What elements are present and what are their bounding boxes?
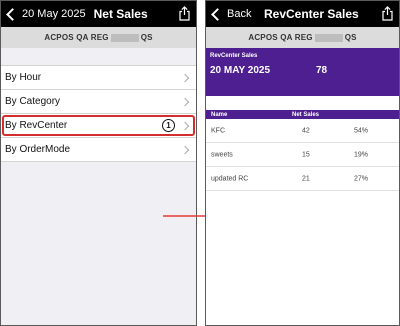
redacted-block: [110, 33, 139, 42]
table-row[interactable]: sweets 15 19%: [206, 143, 399, 167]
share-icon[interactable]: [178, 6, 191, 21]
chevron-right-icon: [180, 121, 190, 130]
row-net-sales: 15: [302, 151, 310, 158]
chevron-left-icon: [6, 7, 19, 21]
menu-item-by-hour[interactable]: By Hour: [1, 66, 196, 90]
menu-item-by-revcenter[interactable]: By RevCenter 1: [1, 114, 196, 138]
navbar: Back RevCenter Sales: [206, 1, 399, 27]
chevron-right-icon: [180, 145, 190, 154]
revcenter-sales-screen: Back RevCenter Sales ACPOS QA REG QS Rev…: [205, 0, 400, 326]
register-suffix: QS: [140, 33, 153, 42]
banner-date: 20 MAY 2025: [210, 65, 271, 76]
chevron-left-icon: [211, 7, 224, 21]
menu-item-label: By Hour: [5, 72, 42, 83]
page-title: RevCenter Sales: [264, 7, 359, 21]
chevron-right-icon: [180, 73, 190, 82]
redacted-block: [314, 33, 343, 42]
row-name: KFC: [211, 127, 225, 134]
row-name: updated RC: [211, 175, 249, 182]
step-number-badge: 1: [162, 119, 175, 132]
row-percent: 19%: [354, 151, 369, 158]
report-menu: By Hour By Category By RevCenter 1 By Or…: [1, 65, 196, 162]
menu-item-label: By OrderMode: [5, 144, 71, 155]
row-net-sales: 21: [302, 175, 310, 182]
table-header: Name Net Sales: [206, 110, 399, 119]
nav-date: 20 May 2025: [22, 8, 86, 20]
register-header: ACPOS QA REG QS: [1, 27, 196, 48]
menu-item-by-ordermode[interactable]: By OrderMode: [1, 138, 196, 162]
column-header-net-sales: Net Sales: [292, 111, 320, 118]
chevron-right-icon: [180, 97, 190, 106]
back-label: Back: [227, 8, 252, 20]
menu-item-label: By Category: [5, 96, 61, 107]
row-net-sales: 42: [302, 127, 310, 134]
row-name: sweets: [211, 151, 233, 158]
menu-item-by-category[interactable]: By Category: [1, 90, 196, 114]
page-title: Net Sales: [93, 7, 148, 21]
table-row[interactable]: updated RC 21 27%: [206, 167, 399, 191]
back-button[interactable]: 20 May 2025: [1, 7, 86, 21]
register-header: ACPOS QA REG QS: [206, 27, 399, 48]
register-suffix: QS: [344, 33, 357, 42]
net-sales-screen: 20 May 2025 Net Sales ACPOS QA REG QS By…: [0, 0, 197, 326]
menu-item-label: By RevCenter: [5, 120, 68, 131]
row-percent: 54%: [354, 127, 369, 134]
register-name: ACPOS QA REG: [248, 33, 313, 42]
banner-title: RevCenter Sales: [210, 53, 258, 59]
share-icon[interactable]: [381, 6, 394, 21]
column-header-name: Name: [211, 111, 228, 118]
row-percent: 27%: [354, 175, 369, 182]
navbar: 20 May 2025 Net Sales: [1, 1, 196, 27]
banner-total: 78: [316, 65, 328, 76]
back-button[interactable]: Back: [206, 7, 252, 21]
table-row[interactable]: KFC 42 54%: [206, 119, 399, 143]
register-name: ACPOS QA REG: [44, 33, 109, 42]
summary-banner: RevCenter Sales 20 MAY 2025 78: [206, 48, 399, 96]
